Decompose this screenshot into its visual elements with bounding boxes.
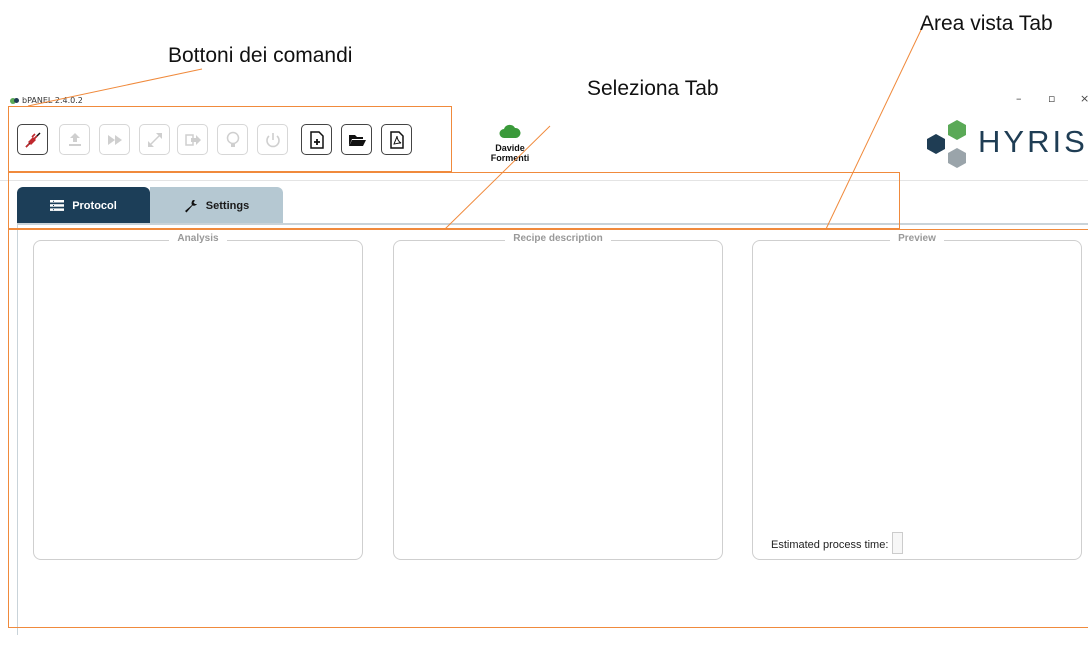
- annotation-leader-lines: [27, 29, 922, 230]
- leader-line-tabs: [444, 125, 551, 230]
- leader-line-toolbar: [27, 68, 203, 107]
- leader-line-tab-view: [825, 29, 922, 230]
